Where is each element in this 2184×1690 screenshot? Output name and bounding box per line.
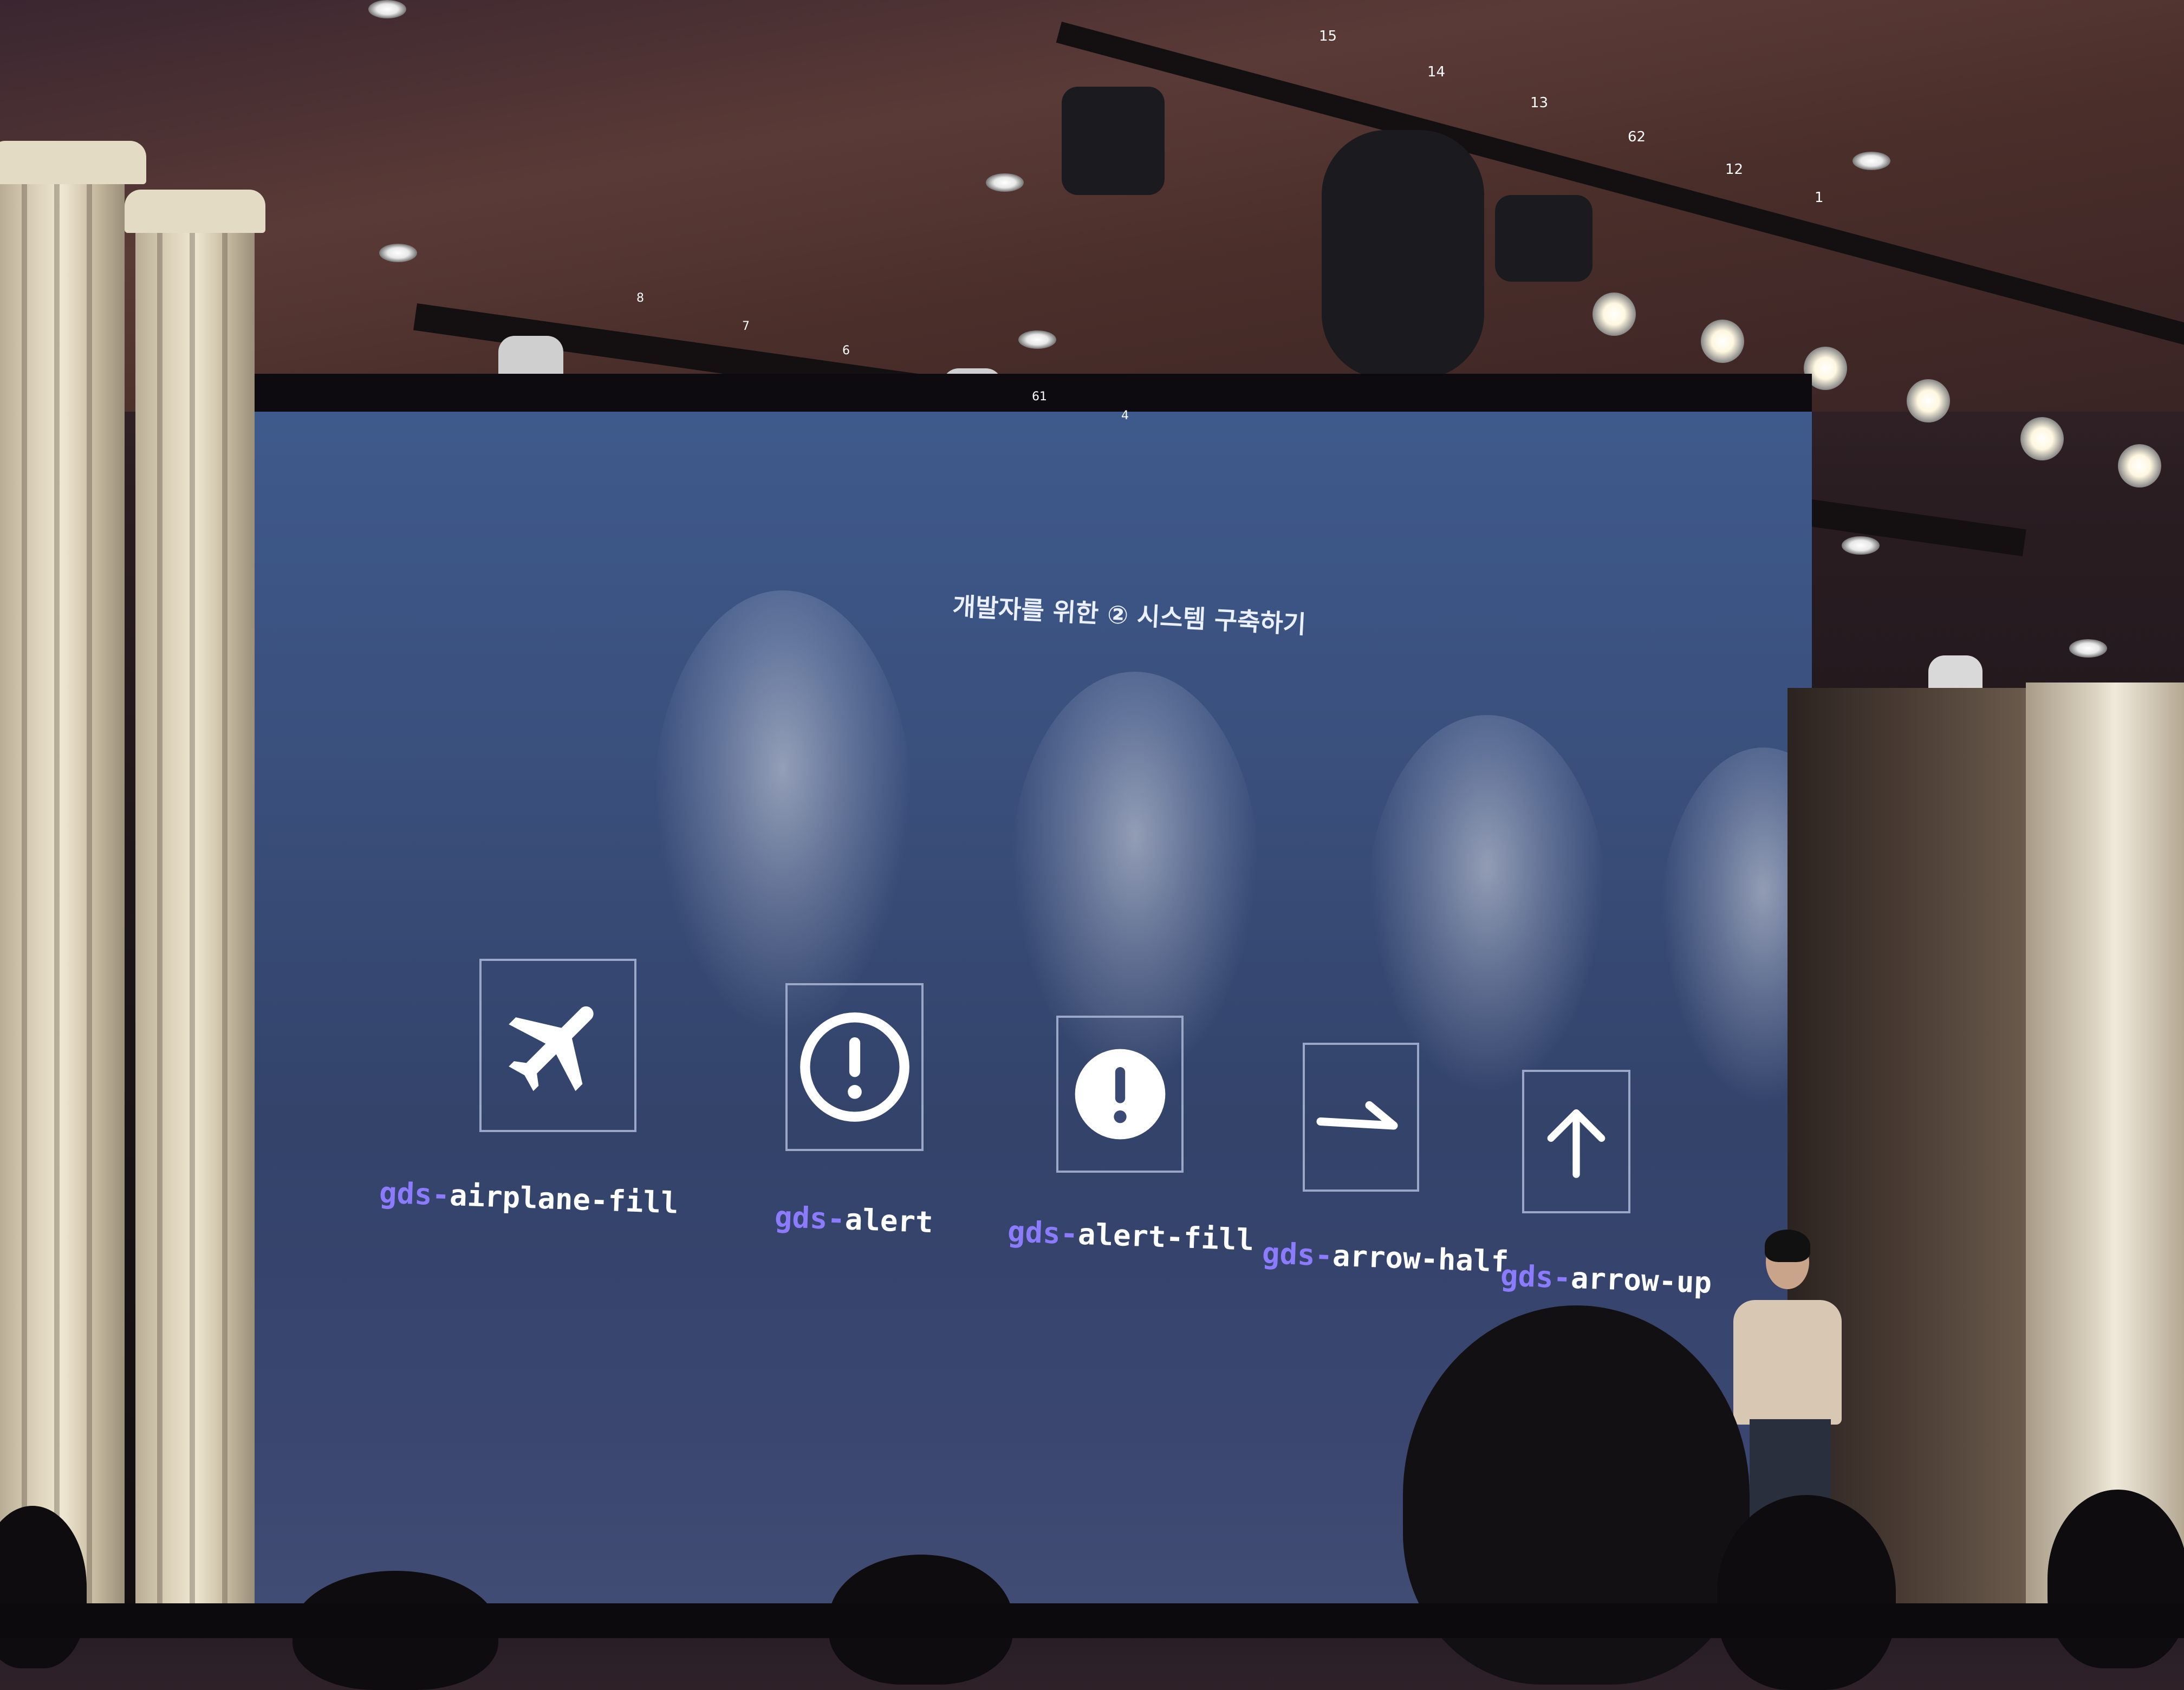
audience-head: [1717, 1495, 1896, 1690]
icon-label-airplane-fill: gds-airplane-fill: [379, 1175, 679, 1220]
icon-label-prefix: gds-: [774, 1199, 846, 1237]
icon-label-arrow-up: gds-arrow-up: [1500, 1258, 1712, 1300]
ceiling-downlight: [1018, 330, 1056, 349]
truss-number: 61: [1032, 390, 1047, 404]
slide-title: 개발자를 위한 ② 시스템 구축하기: [952, 591, 1307, 640]
stage-lamp-lens: [2118, 444, 2161, 487]
truss-number: 14: [1427, 64, 1446, 80]
icon-label-name: arrow-up: [1570, 1260, 1713, 1300]
stage-lamp: [1495, 195, 1592, 282]
truss-number: 12: [1725, 161, 1744, 178]
icon-tile-alert-fill: [1056, 1016, 1184, 1173]
stage-lamp-lens: [2020, 417, 2064, 460]
icon-label-name: airplane-fill: [449, 1178, 679, 1220]
icon-tile-arrow-up: [1522, 1070, 1630, 1213]
left-column-front: [0, 157, 125, 1638]
ceiling-downlight: [379, 244, 417, 262]
left-column-back: [135, 206, 255, 1638]
audience-head: [2047, 1490, 2184, 1668]
alert-outline-icon: [800, 1012, 909, 1122]
airplane-fill-icon: [509, 1006, 594, 1091]
icon-label-prefix: gds-: [1007, 1214, 1079, 1251]
spotlight-glow: [653, 590, 913, 1035]
icon-label-name: alert: [844, 1202, 934, 1240]
icon-tile-arrow-half: [1303, 1043, 1419, 1192]
alert-fill-icon: [1075, 1049, 1165, 1140]
ceiling-downlight: [2069, 639, 2107, 658]
ceiling-downlight: [1852, 152, 1890, 170]
stage-floor: [0, 1603, 2184, 1638]
icon-label-alert-fill: gds-alert-fill: [1007, 1214, 1254, 1257]
icon-tile-alert: [785, 983, 924, 1151]
arrow-half-icon: [1316, 1101, 1398, 1129]
stage-lamp-lens: [1701, 320, 1744, 363]
truss-number: 4: [1121, 409, 1129, 422]
truss-number: 6: [842, 344, 850, 358]
icon-label-alert: gds-alert: [774, 1200, 934, 1239]
truss-number: 62: [1628, 129, 1646, 145]
icon-label-name: arrow-half: [1332, 1238, 1510, 1279]
icon-tile-airplane-fill: [479, 959, 636, 1132]
stage-lamp: [1062, 87, 1165, 195]
moving-head-lamp: [1322, 130, 1484, 379]
truss-number: 15: [1319, 28, 1337, 44]
truss-number: 13: [1530, 95, 1549, 111]
ceiling-downlight: [368, 0, 406, 18]
spotlight-glow: [1368, 715, 1606, 1094]
ceiling-downlight: [1842, 536, 1880, 555]
truss-number: 8: [636, 291, 644, 305]
icon-label-prefix: gds-: [1500, 1258, 1572, 1295]
icon-label-prefix: gds-: [379, 1175, 451, 1212]
ceiling: [0, 0, 2184, 412]
ceiling-downlight: [986, 173, 1024, 192]
left-column-capital: [0, 141, 146, 184]
icon-label-prefix: gds-: [1262, 1236, 1334, 1273]
truss-number: 7: [742, 320, 750, 333]
icon-label-arrow-half: gds-arrow-half: [1262, 1236, 1509, 1279]
stage-lamp-lens: [1592, 292, 1636, 336]
stage-lamp-lens: [1907, 379, 1950, 422]
left-column-capital: [125, 190, 265, 233]
icon-label-name: alert-fill: [1077, 1217, 1255, 1257]
truss-number: 1: [1815, 190, 1824, 206]
arrow-up-icon: [1547, 1109, 1606, 1178]
